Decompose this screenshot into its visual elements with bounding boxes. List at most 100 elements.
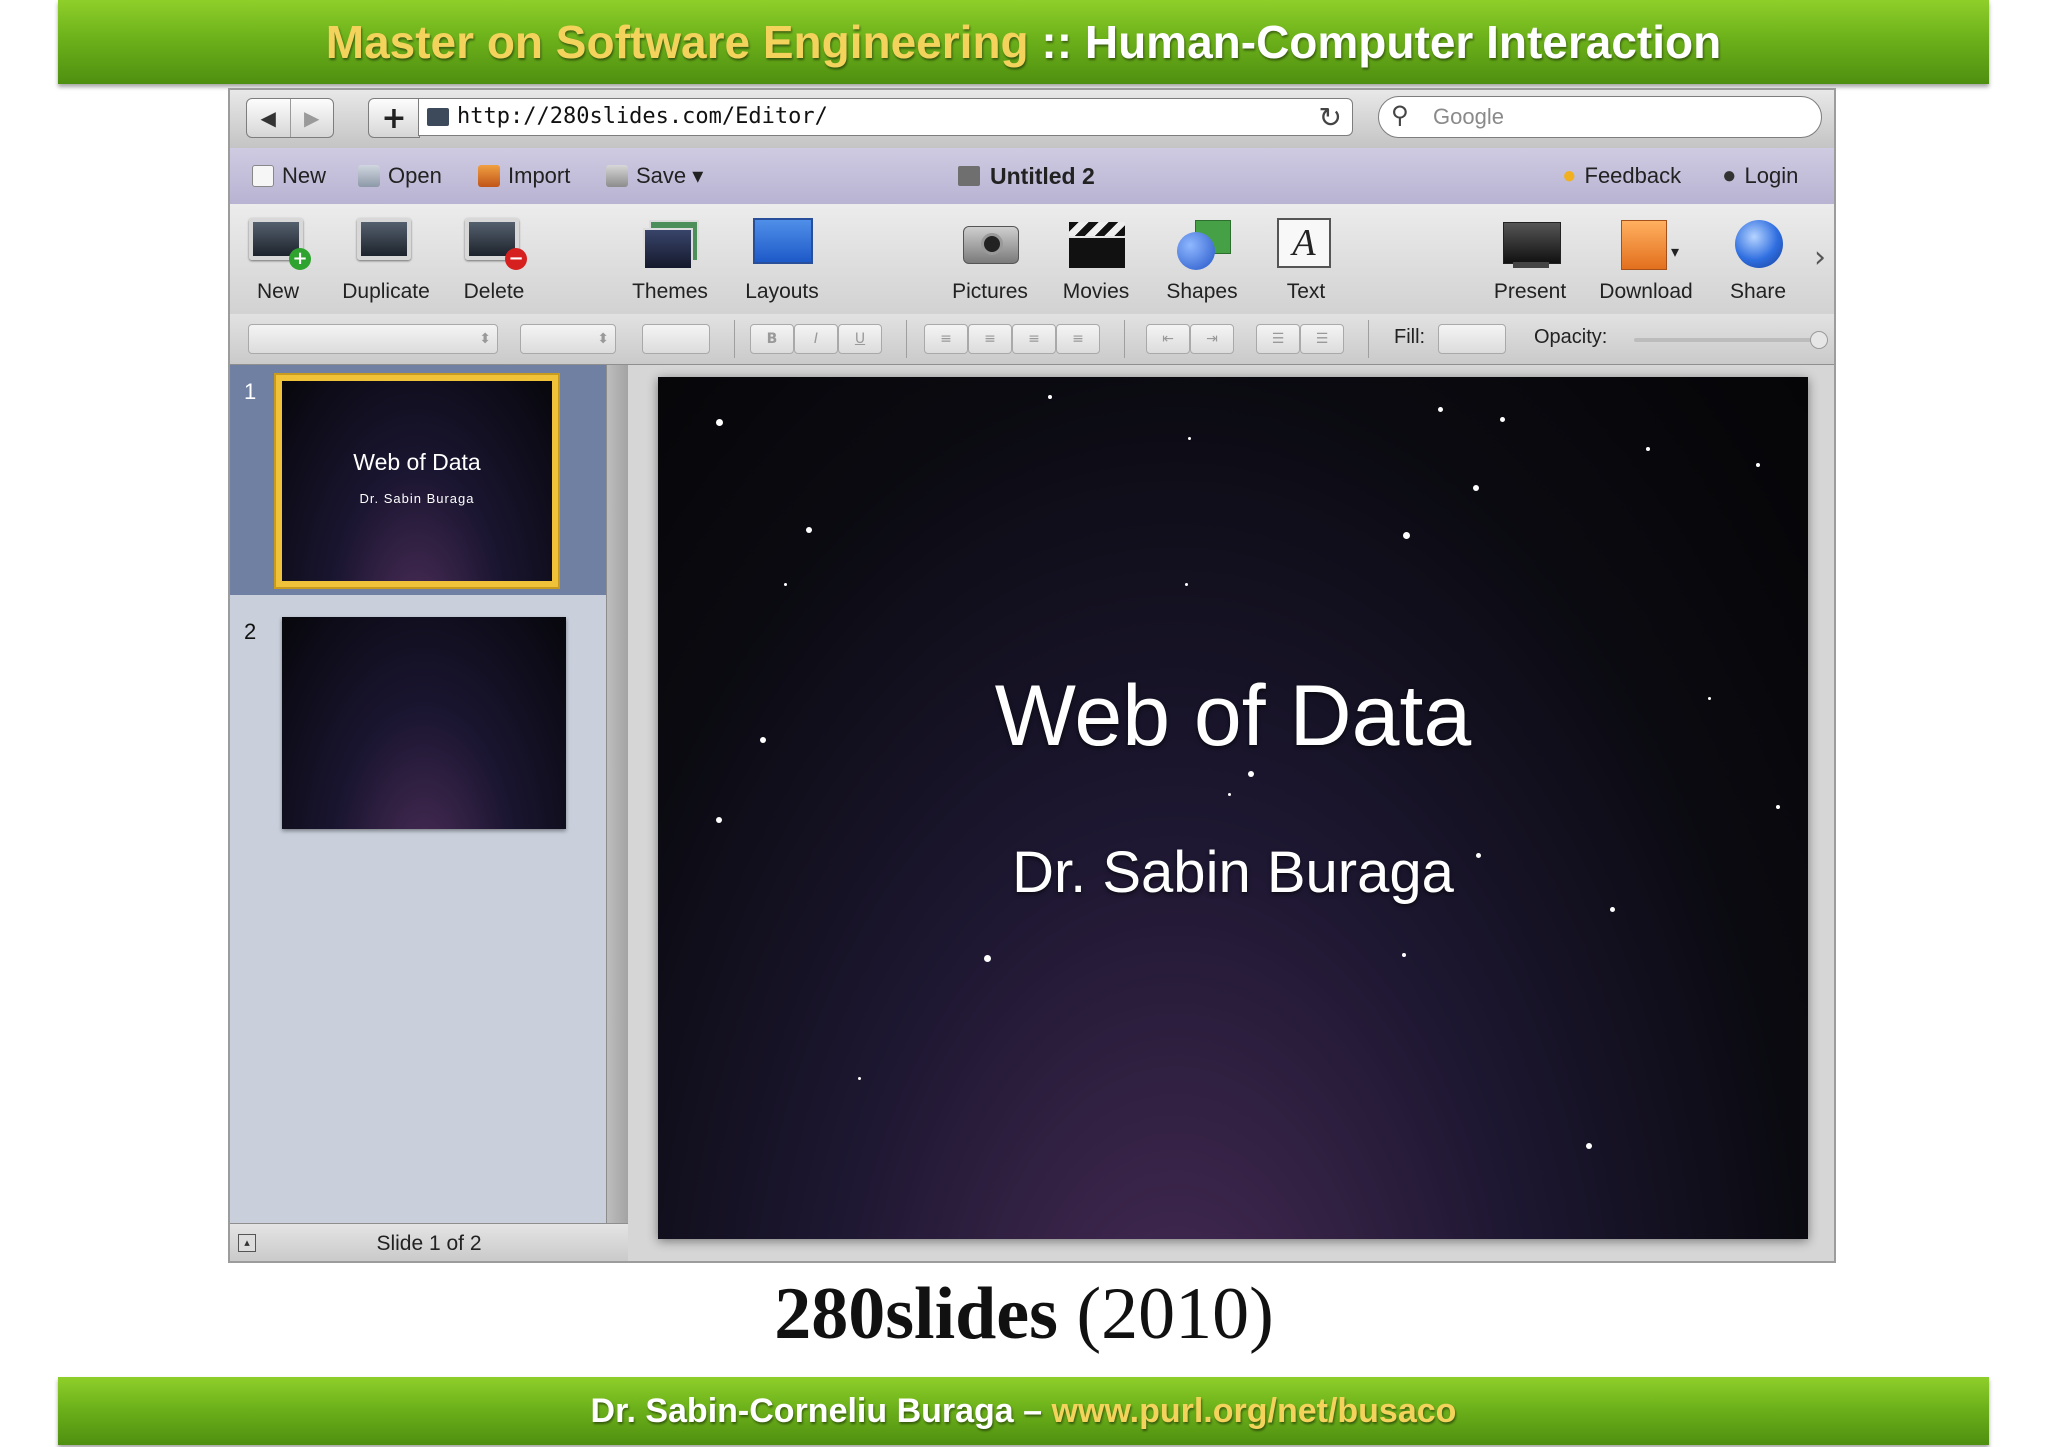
delete-slide-icon: −: [465, 218, 527, 270]
globe-icon: [1729, 218, 1787, 268]
back-arrow-icon[interactable]: ◀: [247, 99, 290, 137]
movies-label: Movies: [1062, 280, 1130, 303]
document-title-text: Untitled 2: [990, 162, 1095, 189]
underline-button[interactable]: U: [838, 324, 882, 354]
fill-color-well[interactable]: [1438, 324, 1506, 354]
forward-arrow-icon[interactable]: ▶: [289, 99, 334, 137]
format-bar: ⬍ ⬍ B I U ≡ ≡ ≡ ≡ ⇤ ⇥ ☰ ☰ Fill: Opacity:: [230, 314, 1834, 365]
duplicate-slide-button[interactable]: Duplicate: [336, 204, 436, 314]
new-slide-button[interactable]: + New: [230, 204, 328, 314]
share-button[interactable]: Share: [1708, 204, 1808, 314]
opacity-slider-knob[interactable]: [1810, 331, 1828, 349]
shapes-button[interactable]: Shapes: [1152, 204, 1252, 314]
indent-icon[interactable]: ⇥: [1190, 324, 1234, 354]
login-label: Login: [1744, 163, 1799, 188]
download-icon: ▾: [1617, 218, 1679, 270]
menu-import-label: Import: [508, 163, 571, 188]
star: [1500, 417, 1505, 422]
current-slide[interactable]: Web of Data Dr. Sabin Buraga: [658, 377, 1808, 1239]
download-button[interactable]: ▾ Download: [1596, 204, 1696, 314]
layouts-button[interactable]: Layouts: [732, 204, 832, 314]
star: [1188, 437, 1191, 440]
reload-icon[interactable]: ↻: [1319, 101, 1342, 134]
opacity-slider[interactable]: [1634, 338, 1820, 342]
browser-toolbar: ◀ ▶ + http://280slides.com/Editor/ ↻ ⚲ G…: [230, 90, 1834, 149]
star: [1403, 532, 1410, 539]
slide-number: 1: [244, 379, 257, 404]
star: [1776, 805, 1780, 809]
text-box-icon: A: [1277, 218, 1335, 268]
present-label: Present: [1493, 280, 1567, 303]
pictures-button[interactable]: Pictures: [940, 204, 1040, 314]
document-title[interactable]: Untitled 2: [958, 148, 1095, 204]
present-button[interactable]: Present: [1480, 204, 1580, 314]
format-separator: [1124, 320, 1125, 358]
footer-banner: Dr. Sabin-Corneliu Buraga – www.purl.org…: [58, 1377, 1989, 1445]
slide-thumbnail-1[interactable]: 1 Web of Data Dr. Sabin Buraga: [230, 365, 606, 595]
star: [716, 817, 722, 823]
text-color-well[interactable]: [642, 324, 710, 354]
menu-import-button[interactable]: Import: [478, 148, 570, 204]
star: [1228, 793, 1231, 796]
layouts-label: Layouts: [745, 280, 819, 303]
feedback-label: Feedback: [1584, 163, 1682, 188]
slide-thumbnail-2[interactable]: 2: [230, 605, 606, 835]
align-center-icon[interactable]: ≡: [968, 324, 1012, 354]
italic-button[interactable]: I: [794, 324, 838, 354]
search-icon: ⚲: [1391, 101, 1409, 129]
menu-new-button[interactable]: New: [252, 148, 326, 204]
search-input[interactable]: ⚲ Google: [1378, 96, 1822, 138]
slide-preview: [282, 617, 566, 829]
pictures-label: Pictures: [952, 280, 1028, 303]
clapperboard-icon: [1067, 218, 1125, 268]
slide-count-label: Slide 1 of 2: [376, 1232, 482, 1255]
login-button[interactable]: ● Login: [1722, 148, 1798, 204]
star: [1402, 953, 1406, 957]
bullet-list-icon[interactable]: ☰: [1256, 324, 1300, 354]
themes-icon: [641, 218, 699, 270]
star: [716, 419, 723, 426]
layouts-icon: [753, 218, 813, 268]
star: [1586, 1143, 1592, 1149]
format-separator: [734, 320, 735, 358]
menu-open-label: Open: [388, 163, 442, 188]
folder-icon: [358, 165, 380, 187]
footer-url[interactable]: www.purl.org/net/busaco: [1052, 1392, 1457, 1431]
align-left-icon[interactable]: ≡: [924, 324, 968, 354]
search-placeholder: Google: [1433, 104, 1504, 129]
delete-slide-button[interactable]: − Delete: [444, 204, 544, 314]
slide-title[interactable]: Web of Data: [658, 667, 1808, 766]
bold-button[interactable]: B: [750, 324, 794, 354]
font-size-select[interactable]: ⬍: [520, 324, 616, 354]
document-icon: [958, 166, 980, 186]
fill-label: Fill:: [1394, 326, 1426, 348]
slides-panel: 1 Web of Data Dr. Sabin Buraga 2: [230, 365, 606, 1223]
lightbulb-icon: ●: [1562, 162, 1577, 189]
caption-year: (2010): [1076, 1273, 1274, 1355]
text-button[interactable]: A Text: [1256, 204, 1356, 314]
star: [806, 527, 812, 533]
add-bookmark-button[interactable]: +: [368, 98, 420, 138]
camera-icon: [961, 218, 1019, 268]
menu-save-button[interactable]: Save ▾: [606, 148, 703, 204]
star: [1048, 395, 1052, 399]
numbered-list-icon[interactable]: ☰: [1300, 324, 1344, 354]
star: [1756, 463, 1760, 467]
feedback-button[interactable]: ● Feedback: [1562, 148, 1681, 204]
align-justify-icon[interactable]: ≡: [1056, 324, 1100, 354]
panel-scrollbar[interactable]: [606, 365, 629, 1261]
themes-button[interactable]: Themes: [620, 204, 720, 314]
star: [984, 955, 991, 962]
movies-button[interactable]: Movies: [1046, 204, 1146, 314]
slide-subtitle[interactable]: Dr. Sabin Buraga: [658, 839, 1808, 906]
star: [784, 583, 787, 586]
star: [1646, 447, 1650, 451]
star: [858, 1077, 861, 1080]
address-bar[interactable]: http://280slides.com/Editor/ ↻: [418, 98, 1353, 136]
outdent-icon[interactable]: ⇤: [1146, 324, 1190, 354]
align-right-icon[interactable]: ≡: [1012, 324, 1056, 354]
thumb-subtitle: Dr. Sabin Buraga: [359, 491, 475, 506]
toolbar-overflow-icon[interactable]: ›: [1814, 240, 1826, 275]
menu-open-button[interactable]: Open: [358, 148, 442, 204]
font-family-select[interactable]: ⬍: [248, 324, 498, 354]
